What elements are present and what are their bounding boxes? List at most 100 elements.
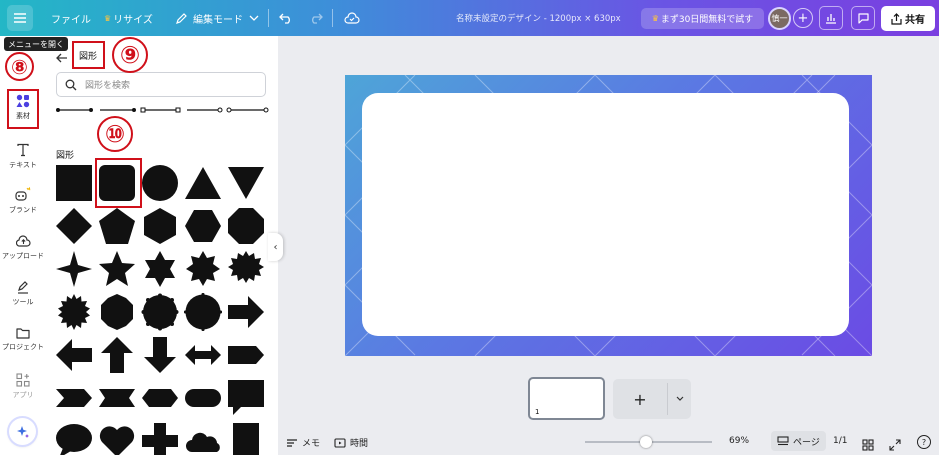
add-collaborator-button[interactable]: + bbox=[793, 8, 813, 28]
zoom-value: 69% bbox=[729, 436, 750, 446]
top-bar: ファイル ♛ リサイズ 編集モード 名称未設定のデザイン - 1200px × 6… bbox=[0, 0, 939, 36]
scalloped-hexagon-shape[interactable] bbox=[98, 293, 136, 331]
double-arrow-shape[interactable] bbox=[184, 336, 222, 374]
help-button[interactable]: ? bbox=[917, 435, 931, 449]
redo-button[interactable] bbox=[308, 10, 324, 26]
4-point-star-shape[interactable] bbox=[55, 250, 93, 288]
annotation-text: ⑩ bbox=[104, 120, 126, 148]
notes-button[interactable]: メモ bbox=[286, 436, 320, 449]
section-title: 図形 bbox=[56, 151, 75, 161]
ribbon-shape[interactable] bbox=[98, 379, 136, 417]
diamond-shape[interactable] bbox=[55, 207, 93, 245]
page-view-button[interactable]: ページ bbox=[771, 431, 826, 451]
free-trial-button[interactable]: ♛ まず30日間無料で試す bbox=[641, 8, 764, 29]
timer-icon bbox=[334, 437, 346, 448]
comment-icon bbox=[857, 13, 869, 24]
rail-label: プロジェクト bbox=[2, 343, 44, 351]
design-canvas[interactable] bbox=[345, 75, 872, 356]
tall-rectangle-shape[interactable] bbox=[227, 422, 265, 455]
burst-shape[interactable] bbox=[55, 293, 93, 331]
annotation-number-10: ⑩ bbox=[97, 116, 133, 152]
share-button[interactable]: 共有 bbox=[881, 6, 935, 31]
divider bbox=[332, 9, 333, 27]
rail-label: ツール bbox=[12, 298, 34, 306]
octagon-shape[interactable] bbox=[227, 207, 265, 245]
heart-shape[interactable] bbox=[98, 422, 136, 455]
timer-button[interactable]: 時間 bbox=[334, 436, 368, 449]
page-thumbnail[interactable]: 1 bbox=[528, 377, 605, 420]
magic-button[interactable] bbox=[9, 418, 36, 445]
page-options-button[interactable] bbox=[669, 379, 691, 419]
down-arrow-shape[interactable] bbox=[141, 336, 179, 374]
add-page-button[interactable]: + bbox=[613, 379, 667, 419]
rail-item-apps[interactable]: アプリ bbox=[0, 373, 46, 400]
grid-icon bbox=[862, 439, 874, 451]
zoom-slider[interactable] bbox=[585, 436, 712, 448]
zoom-level[interactable]: 69% bbox=[729, 436, 749, 446]
edit-mode-label: 編集モード bbox=[193, 14, 243, 26]
design-title[interactable]: 名称未設定のデザイン - 1200px × 630px bbox=[456, 0, 621, 36]
5-point-star-shape[interactable] bbox=[98, 250, 136, 288]
round-bubble-shape[interactable] bbox=[55, 422, 93, 455]
pentagon-shape[interactable] bbox=[98, 207, 136, 245]
edit-mode-button[interactable]: 編集モード bbox=[175, 0, 259, 36]
up-arrow-shape[interactable] bbox=[98, 336, 136, 374]
left-arrow-shape[interactable] bbox=[55, 336, 93, 374]
highlight-panel-title bbox=[72, 41, 105, 69]
avatar[interactable]: 慎一 bbox=[768, 7, 791, 30]
page-view-icon bbox=[777, 436, 789, 446]
fullscreen-button[interactable] bbox=[889, 436, 901, 455]
insights-button[interactable] bbox=[819, 6, 843, 30]
white-content-box[interactable] bbox=[362, 93, 849, 336]
badge-shape[interactable] bbox=[184, 293, 222, 331]
pentagon-arrow-shape[interactable] bbox=[227, 336, 265, 374]
rail-item-tools[interactable]: ツール bbox=[0, 280, 46, 307]
hexagon-banner-shape[interactable] bbox=[141, 379, 179, 417]
line-preset-2 bbox=[100, 108, 136, 112]
hexagon-shape[interactable] bbox=[141, 207, 179, 245]
triangle-shape[interactable] bbox=[184, 164, 222, 202]
rail-item-upload[interactable]: アップロード bbox=[0, 235, 46, 261]
speech-bubble-shape[interactable] bbox=[227, 379, 265, 417]
back-arrow-icon bbox=[56, 53, 67, 63]
resize-button[interactable]: ♛ リサイズ bbox=[104, 0, 153, 36]
rail-label: テキスト bbox=[9, 161, 37, 169]
page-label: ページ bbox=[793, 437, 820, 448]
chevron-down-icon bbox=[249, 15, 259, 21]
pill-shape[interactable] bbox=[184, 379, 222, 417]
8-point-star-shape[interactable] bbox=[184, 250, 222, 288]
shape-search-input[interactable]: 図形を検索 bbox=[56, 72, 266, 97]
line-presets[interactable] bbox=[55, 105, 270, 115]
square-shape[interactable] bbox=[55, 164, 93, 202]
collapse-panel-button[interactable]: ‹ bbox=[268, 233, 283, 261]
inverted-triangle-shape[interactable] bbox=[227, 164, 265, 202]
menu-button[interactable] bbox=[7, 5, 33, 31]
circle-shape[interactable] bbox=[141, 164, 179, 202]
6-point-star-shape[interactable] bbox=[141, 250, 179, 288]
rail-item-text[interactable]: テキスト bbox=[0, 143, 46, 170]
grid-view-button[interactable] bbox=[862, 436, 874, 455]
divider bbox=[268, 9, 269, 27]
right-arrow-shape[interactable] bbox=[227, 293, 265, 331]
cloud-shape[interactable] bbox=[184, 422, 222, 455]
zoom-slider-knob[interactable] bbox=[639, 436, 652, 448]
seal-shape[interactable] bbox=[141, 293, 179, 331]
12-point-star-shape[interactable] bbox=[227, 250, 265, 288]
chevron-shape[interactable] bbox=[55, 379, 93, 417]
page-count[interactable]: 1/1 bbox=[833, 436, 847, 446]
file-menu[interactable]: ファイル bbox=[51, 0, 91, 36]
annotation-number-9: ⑨ bbox=[112, 37, 148, 73]
redo-icon bbox=[312, 13, 323, 24]
elements-panel: 図形 図形を検索 図形 bbox=[46, 36, 278, 455]
line-preset-4 bbox=[187, 107, 223, 113]
folder-icon bbox=[16, 328, 30, 339]
comments-button[interactable] bbox=[851, 6, 875, 30]
timer-label: 時間 bbox=[350, 439, 369, 449]
pen-tool-icon bbox=[18, 281, 28, 294]
hexagon-flat-shape[interactable] bbox=[184, 207, 222, 245]
cloud-save-button[interactable] bbox=[343, 10, 361, 26]
rail-item-projects[interactable]: プロジェクト bbox=[0, 327, 46, 352]
undo-button[interactable] bbox=[278, 10, 294, 26]
rail-item-brand[interactable]: ブランド bbox=[0, 187, 46, 215]
cross-shape[interactable] bbox=[141, 422, 179, 455]
